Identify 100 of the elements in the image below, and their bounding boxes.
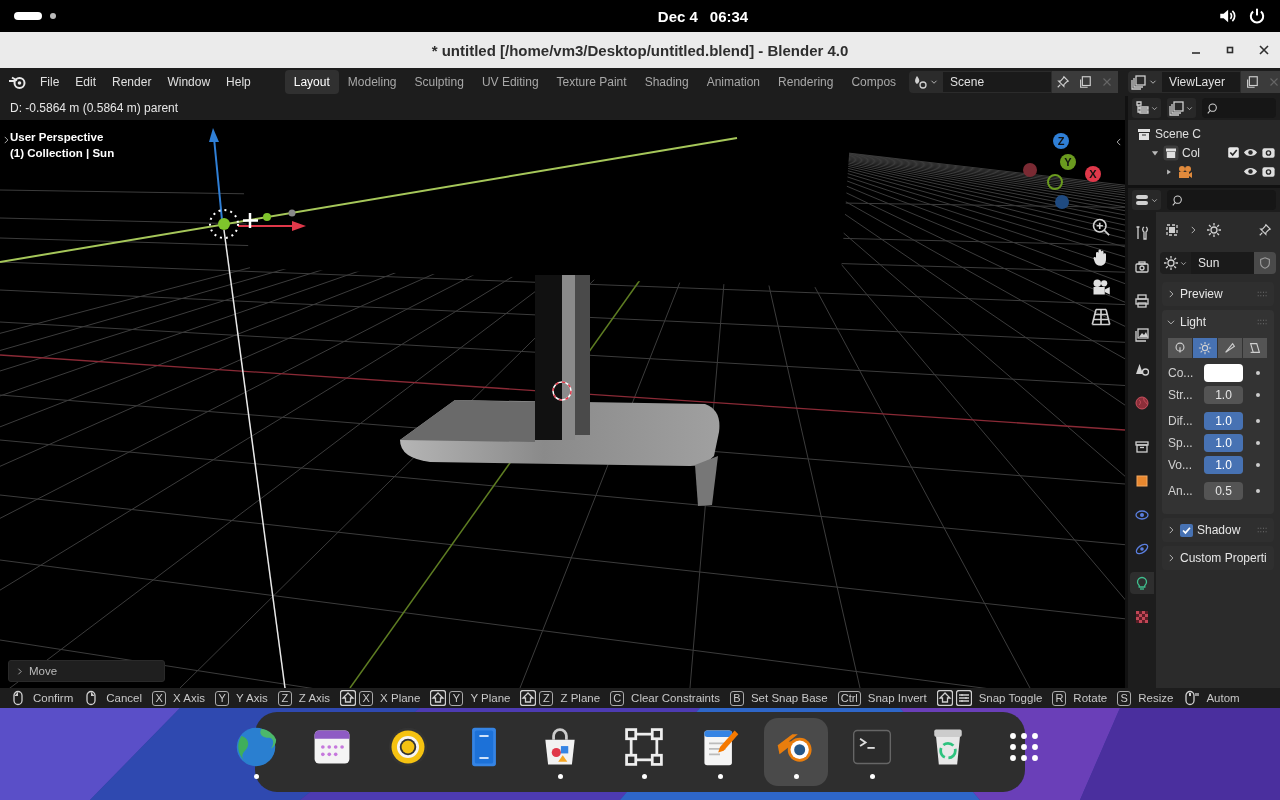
spot-light-icon [1223,341,1237,355]
display-mode-dropdown[interactable] [1132,98,1161,118]
keyframe-dot-icon[interactable] [1255,488,1261,494]
fake-user-button[interactable] [1254,252,1276,274]
axis-handle[interactable]: X [1085,166,1101,182]
scene-dropdown[interactable] [909,71,943,93]
search-field[interactable] [1202,98,1276,118]
new-scene-icon[interactable] [1078,75,1093,89]
globe-icon [1134,395,1150,411]
menu-item[interactable]: Render [104,75,160,89]
power-icon[interactable] [1248,7,1266,25]
sun-lamp-icon [209,209,239,239]
panel-header[interactable]: Light [1162,310,1274,334]
axis-handle[interactable] [1047,174,1063,190]
workspace-tab[interactable]: Compos [842,70,906,94]
menu-item[interactable]: Edit [67,75,105,89]
sidebar-toggle-icon[interactable] [1114,137,1124,147]
keyframe-dot-icon[interactable] [1255,370,1261,376]
field-label: An... [1168,484,1194,498]
light-type-button[interactable] [1218,338,1243,358]
frame-icon [622,725,666,769]
workspace-tab[interactable]: Animation [697,70,770,94]
panel-checkbox[interactable] [1180,523,1193,537]
shortcut-label: X Plane [380,692,421,704]
workspace-tab[interactable]: Layout [284,70,339,94]
axis-handle[interactable] [1023,163,1037,177]
key-cap: Y [215,690,230,706]
light-data-dropdown[interactable] [1160,252,1191,274]
key-cap: R [1052,690,1067,706]
app-logo-icon[interactable] [8,74,28,90]
view-layer-dropdown[interactable] [1167,98,1196,118]
volume-icon[interactable] [1218,7,1236,25]
render-camera-icon[interactable] [1261,145,1276,160]
light-type-button[interactable] [1243,338,1268,358]
key-cap: X [152,690,167,706]
workspace-tab[interactable]: Shading [635,70,698,94]
panel-header[interactable]: Shadow [1162,518,1274,542]
clock-date[interactable]: Dec 4 [657,7,698,25]
expand-icon[interactable] [1,135,11,145]
render-camera-icon[interactable] [1261,164,1276,179]
object-icon[interactable] [1164,222,1180,238]
chevron-icon [1188,225,1198,235]
search-field[interactable] [1167,190,1276,210]
data-name-field[interactable]: Sun [1191,252,1254,274]
bulb-icon [1134,575,1150,591]
zoom-icon[interactable] [1091,217,1111,237]
view-layer-field[interactable]: ViewLayer [1161,71,1242,93]
axis-handle[interactable] [1055,195,1069,209]
sun-icon[interactable] [1206,222,1222,238]
outliner-item-label[interactable]: Scene C [1155,126,1276,141]
shift-key-icon [520,690,537,706]
panel-header[interactable]: Preview [1162,282,1274,306]
exclude-checkbox[interactable] [1227,146,1240,159]
last-operator-panel[interactable]: Move [8,660,165,682]
dock-item[interactable] [764,718,828,786]
field-label: Sp... [1168,436,1194,450]
workspace-indicator-icon[interactable] [14,11,58,21]
pin-icon[interactable] [1056,75,1071,89]
workspace-tab[interactable]: Sculpting [405,70,473,94]
keyframe-dot-icon[interactable] [1255,462,1261,468]
clock-time[interactable]: 06:34 [709,7,749,25]
camera-icon[interactable] [1091,277,1111,297]
shortcut-label: Clear Constraints [631,692,720,704]
axis-handle[interactable]: Y [1060,154,1076,170]
workspace-tab[interactable]: Rendering [769,70,843,94]
axis-handle[interactable]: Z [1053,133,1069,149]
grid-icon[interactable] [1091,307,1111,327]
shortcut-label: Cancel [106,692,143,704]
properties-tab[interactable] [1130,572,1154,594]
editor-type-dropdown[interactable] [1132,190,1161,210]
workspace-tab[interactable]: Modeling [338,70,406,94]
light-type-button[interactable] [1193,338,1218,358]
pin-icon[interactable] [1258,223,1272,237]
keyframe-dot-icon[interactable] [1255,392,1261,398]
number-field[interactable]: 1.0 [1204,386,1243,404]
workspace-tab[interactable]: Texture Paint [547,70,636,94]
panel-header[interactable]: Custom Properti [1162,546,1274,570]
field-label: Dif... [1168,414,1194,428]
scene-field[interactable]: Scene [942,71,1053,93]
menu-item[interactable]: Help [218,75,259,89]
outliner-item-label[interactable]: Col [1182,145,1224,160]
collection-icon [1163,144,1179,161]
keyframe-dot-icon[interactable] [1255,418,1261,424]
menu-item[interactable]: Window [159,75,219,89]
point-light-icon [1173,341,1187,355]
slider-field[interactable]: 1.0 [1204,456,1243,474]
view-layer-dropdown[interactable] [1128,71,1162,93]
menu-item[interactable]: File [32,75,68,89]
orbit-icon [1134,541,1150,557]
light-type-button[interactable] [1168,338,1193,358]
navigation-gizmo[interactable]: Z Y X [1014,130,1114,230]
new-layer-icon[interactable] [1245,75,1260,89]
keyframe-dot-icon[interactable] [1255,440,1261,446]
mouse-icon [10,690,26,706]
workspace-tab[interactable]: UV Editing [472,70,548,94]
slider-field[interactable]: 1.0 [1204,412,1243,430]
number-field[interactable]: 0.5 [1204,482,1243,500]
layers-icon [1169,100,1185,116]
color-swatch[interactable] [1204,364,1243,382]
slider-field[interactable]: 1.0 [1204,434,1243,452]
